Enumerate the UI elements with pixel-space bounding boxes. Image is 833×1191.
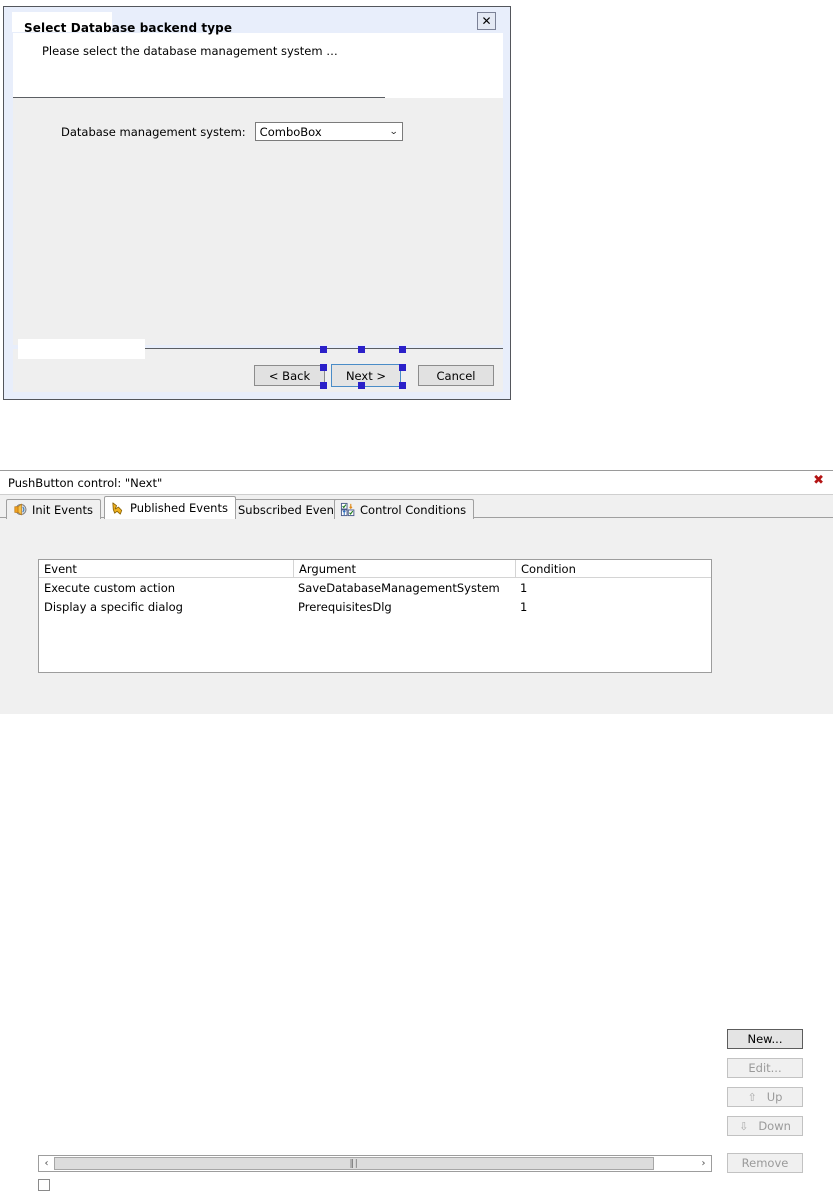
dialog-footer-placeholder[interactable] xyxy=(18,339,145,359)
events-table[interactable]: Event Argument Condition Execute custom … xyxy=(38,559,712,673)
move-down-button[interactable]: ⇩ Down xyxy=(727,1116,803,1136)
table-header-row: Event Argument Condition xyxy=(39,560,711,578)
table-row[interactable]: Display a specific dialog PrerequisitesD… xyxy=(39,597,711,616)
move-up-button-label: Up xyxy=(766,1090,783,1104)
scroll-right-icon[interactable]: › xyxy=(696,1156,711,1171)
init-events-icon xyxy=(14,503,27,516)
dbms-combobox-value: ComboBox xyxy=(259,124,322,139)
horizontal-scrollbar[interactable]: ‹ ‖∣ › xyxy=(38,1155,712,1172)
tab-subscribed-events-label: Subscribed Events xyxy=(238,502,345,517)
selection-handle-top-center[interactable] xyxy=(358,346,365,353)
remove-button[interactable]: Remove xyxy=(727,1153,803,1173)
selection-handle-middle-right[interactable] xyxy=(399,364,406,371)
scrollbar-track[interactable]: ‖∣ xyxy=(54,1156,696,1171)
dialog-preview-window[interactable]: ✕ Select Database backend type Please se… xyxy=(3,6,511,400)
scrollbar-grip-icon: ‖∣ xyxy=(349,1158,359,1169)
selection-handle-top-left[interactable] xyxy=(320,346,327,353)
scrollbar-thumb[interactable]: ‖∣ xyxy=(54,1157,654,1170)
cell-argument: PrerequisitesDlg xyxy=(298,599,392,614)
panel-title: PushButton control: "Next" xyxy=(8,476,163,490)
control-properties-panel: PushButton control: "Next" ✖ Init Events… xyxy=(0,470,833,1191)
panel-close-icon[interactable]: ✖ xyxy=(813,474,824,487)
tab-control-conditions[interactable]: Control Conditions xyxy=(334,499,475,519)
column-header-argument[interactable]: Argument xyxy=(293,560,515,577)
dialog-header-title: Select Database backend type xyxy=(24,21,233,35)
dbms-combobox[interactable]: ComboBox ⌄ xyxy=(254,122,403,141)
table-row[interactable]: Execute custom action SaveDatabaseManage… xyxy=(39,578,711,597)
column-header-condition[interactable]: Condition xyxy=(515,560,711,577)
selection-handle-bottom-left[interactable] xyxy=(320,382,327,389)
published-events-icon xyxy=(112,501,123,515)
edit-button-label: Edit... xyxy=(748,1061,782,1075)
selection-handle-bottom-right[interactable] xyxy=(399,382,406,389)
move-up-button[interactable]: ⇧ Up xyxy=(727,1087,803,1107)
remove-button-label: Remove xyxy=(741,1156,789,1170)
arrow-down-icon: ⇩ xyxy=(739,1119,749,1133)
dbms-field-row: Database management system: ComboBox ⌄ xyxy=(61,122,403,141)
new-button-label: New... xyxy=(747,1032,783,1046)
tab-control-conditions-label: Control Conditions xyxy=(360,502,467,517)
dialog-header-band xyxy=(13,33,503,98)
next-button[interactable]: Next > xyxy=(331,364,401,387)
cell-condition: 1 xyxy=(520,599,528,614)
dialog-header-subtitle: Please select the database management sy… xyxy=(42,44,338,58)
bottom-checkbox[interactable] xyxy=(38,1179,50,1191)
selection-handle-middle-left[interactable] xyxy=(320,364,327,371)
cell-event: Display a specific dialog xyxy=(44,599,183,614)
cancel-button[interactable]: Cancel xyxy=(418,365,494,386)
dbms-label: Database management system: xyxy=(61,124,246,139)
chevron-down-icon: ⌄ xyxy=(389,126,399,137)
selection-handle-bottom-center[interactable] xyxy=(358,382,365,389)
selection-handle-top-right[interactable] xyxy=(399,346,406,353)
control-conditions-icon xyxy=(340,502,355,517)
back-button[interactable]: < Back xyxy=(254,365,325,386)
dialog-designer-canvas[interactable]: ✕ Select Database backend type Please se… xyxy=(0,0,833,470)
new-button[interactable]: New... xyxy=(727,1029,803,1049)
tab-published-events-label: Published Events xyxy=(130,501,228,515)
tab-init-events-label: Init Events xyxy=(32,502,93,517)
close-icon[interactable]: ✕ xyxy=(477,12,496,30)
cell-condition: 1 xyxy=(520,580,528,595)
edit-button[interactable]: Edit... xyxy=(727,1058,803,1078)
cell-event: Execute custom action xyxy=(44,580,176,595)
column-header-event[interactable]: Event xyxy=(39,560,293,577)
cell-argument: SaveDatabaseManagementSystem xyxy=(298,580,500,595)
tab-init-events[interactable]: Init Events xyxy=(6,499,101,519)
move-down-button-label: Down xyxy=(758,1119,791,1133)
tab-strip: Init Events Published Events Subscribed … xyxy=(0,496,833,519)
scroll-left-icon[interactable]: ‹ xyxy=(39,1156,54,1171)
tab-published-events[interactable]: Published Events xyxy=(104,496,236,519)
arrow-up-icon: ⇧ xyxy=(747,1090,757,1104)
